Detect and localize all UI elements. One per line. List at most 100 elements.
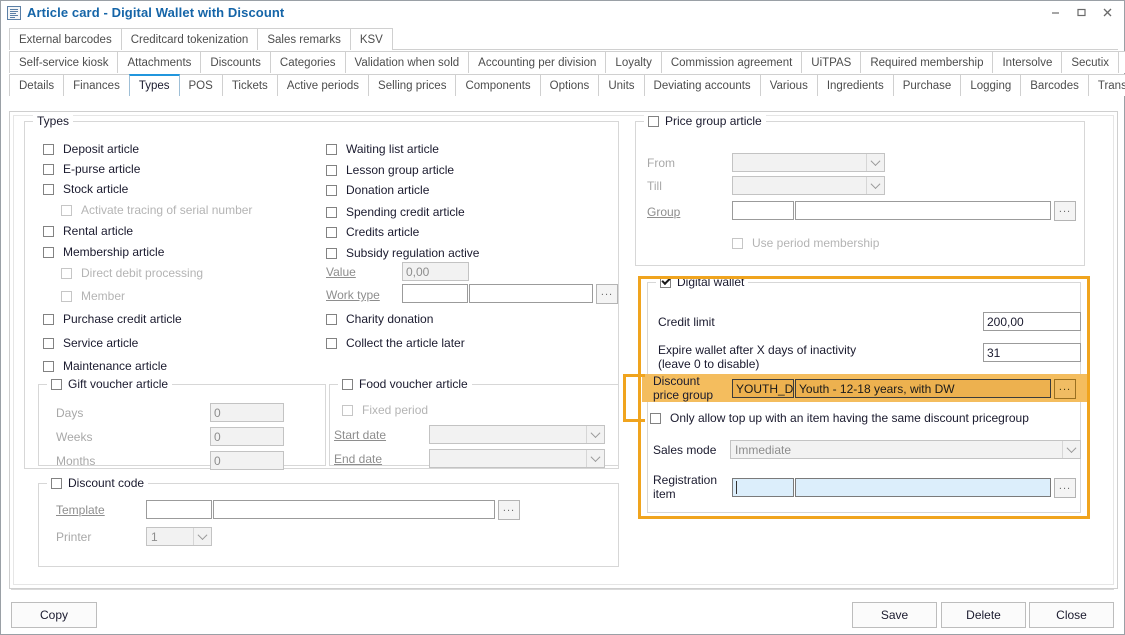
- template-name-input[interactable]: [213, 500, 495, 519]
- checkbox-maintenance-article[interactable]: Maintenance article: [43, 359, 167, 373]
- discount-price-group-browse-button[interactable]: ...: [1054, 379, 1076, 399]
- checkbox-box[interactable]: [43, 144, 54, 155]
- expire-wallet-input[interactable]: 31: [983, 343, 1081, 362]
- registration-item-code-input[interactable]: [732, 478, 794, 497]
- tab-loyalty[interactable]: Loyalty: [605, 51, 661, 73]
- tab-types[interactable]: Types: [129, 74, 180, 96]
- checkbox-spending-credit-article[interactable]: Spending credit article: [326, 205, 465, 219]
- checkbox-box[interactable]: [43, 361, 54, 372]
- tab-validation-when-sold[interactable]: Validation when sold: [345, 51, 470, 73]
- maximize-icon[interactable]: [1068, 3, 1094, 23]
- checkbox-gift-voucher-article[interactable]: [51, 379, 62, 390]
- checkbox-deposit-article[interactable]: Deposit article: [43, 142, 139, 156]
- discount-price-group-name-input[interactable]: Youth - 12-18 years, with DW: [795, 379, 1051, 398]
- checkbox-box[interactable]: [650, 413, 661, 424]
- tab-pos[interactable]: POS: [179, 74, 223, 96]
- price-group-code-input[interactable]: [732, 201, 794, 220]
- checkbox-charity-donation[interactable]: Charity donation: [326, 312, 433, 326]
- price-group-name-input[interactable]: [795, 201, 1051, 220]
- credit-limit-input[interactable]: 200,00: [983, 312, 1081, 331]
- checkbox-food-voucher-article[interactable]: [342, 379, 353, 390]
- close-button[interactable]: Close: [1029, 602, 1114, 628]
- tab-commission-agreement[interactable]: Commission agreement: [661, 51, 802, 73]
- template-browse-button[interactable]: ...: [498, 500, 520, 520]
- tab-active-periods[interactable]: Active periods: [277, 74, 369, 96]
- checkbox-box[interactable]: [43, 184, 54, 195]
- end-date-label[interactable]: End date: [334, 452, 382, 466]
- checkbox-box[interactable]: [326, 185, 337, 196]
- checkbox-box[interactable]: [326, 165, 337, 176]
- tab-logging[interactable]: Logging: [960, 74, 1021, 96]
- tab-enviso[interactable]: Enviso: [1118, 51, 1125, 73]
- delete-button[interactable]: Delete: [941, 602, 1026, 628]
- checkbox-box[interactable]: [326, 338, 337, 349]
- tab-ksv[interactable]: KSV: [350, 28, 393, 50]
- registration-item-browse-button[interactable]: ...: [1054, 478, 1076, 498]
- tab-sales-remarks[interactable]: Sales remarks: [257, 28, 351, 50]
- checkbox-credits-article[interactable]: Credits article: [326, 225, 419, 239]
- minimize-icon[interactable]: [1042, 3, 1068, 23]
- tab-external-barcodes[interactable]: External barcodes: [9, 28, 122, 50]
- tab-tickets[interactable]: Tickets: [222, 74, 278, 96]
- checkbox-only-allow-top-up-same-pricegroup[interactable]: Only allow top up with an item having th…: [650, 411, 1029, 425]
- chevron-down-icon[interactable]: [586, 450, 604, 467]
- printer-combo[interactable]: 1: [146, 527, 212, 546]
- gift-voucher-months-input[interactable]: 0: [210, 451, 284, 470]
- checkbox-donation-article[interactable]: Donation article: [326, 183, 429, 197]
- start-date-label[interactable]: Start date: [334, 428, 386, 442]
- checkbox-stock-article[interactable]: Stock article: [43, 182, 128, 196]
- checkbox-box[interactable]: [326, 314, 337, 325]
- sales-mode-combo[interactable]: Immediate: [730, 440, 1081, 459]
- work-type-name-input[interactable]: [469, 284, 593, 303]
- checkbox-price-group-article[interactable]: [648, 116, 659, 127]
- tab-finances[interactable]: Finances: [63, 74, 130, 96]
- checkbox-box[interactable]: [326, 248, 337, 259]
- chevron-down-icon[interactable]: [586, 426, 604, 443]
- end-date-combo[interactable]: [429, 449, 605, 468]
- tab-secutix[interactable]: Secutix: [1061, 51, 1119, 73]
- price-group-till-combo[interactable]: [732, 176, 885, 195]
- start-date-combo[interactable]: [429, 425, 605, 444]
- work-type-browse-button[interactable]: ...: [596, 284, 618, 304]
- tab-units[interactable]: Units: [598, 74, 644, 96]
- price-group-browse-button[interactable]: ...: [1054, 201, 1076, 221]
- chevron-down-icon[interactable]: [1062, 441, 1080, 458]
- checkbox-box[interactable]: [326, 144, 337, 155]
- checkbox-lesson-group-article[interactable]: Lesson group article: [326, 163, 454, 177]
- copy-button[interactable]: Copy: [11, 602, 97, 628]
- template-code-input[interactable]: [146, 500, 212, 519]
- checkbox-membership-article[interactable]: Membership article: [43, 245, 164, 259]
- gift-voucher-days-input[interactable]: 0: [210, 403, 284, 422]
- tab-various[interactable]: Various: [760, 74, 818, 96]
- tab-deviating-accounts[interactable]: Deviating accounts: [644, 74, 761, 96]
- tab-creditcard-tokenization[interactable]: Creditcard tokenization: [121, 28, 259, 50]
- tab-attachments[interactable]: Attachments: [117, 51, 201, 73]
- tab-components[interactable]: Components: [455, 74, 540, 96]
- template-label[interactable]: Template: [56, 503, 105, 517]
- tab-categories[interactable]: Categories: [270, 51, 346, 73]
- checkbox-e-purse-article[interactable]: E-purse article: [43, 162, 140, 176]
- checkbox-box[interactable]: [43, 247, 54, 258]
- tab-details[interactable]: Details: [9, 74, 64, 96]
- tab-purchase[interactable]: Purchase: [893, 74, 962, 96]
- tab-accounting-per-division[interactable]: Accounting per division: [468, 51, 606, 73]
- chevron-down-icon[interactable]: [866, 154, 884, 171]
- tab-discounts[interactable]: Discounts: [200, 51, 271, 73]
- checkbox-box[interactable]: [43, 314, 54, 325]
- checkbox-box[interactable]: [43, 338, 54, 349]
- price-group-group-label[interactable]: Group: [647, 205, 680, 219]
- chevron-down-icon[interactable]: [866, 177, 884, 194]
- checkbox-digital-wallet[interactable]: [660, 277, 671, 288]
- tab-required-membership[interactable]: Required membership: [860, 51, 993, 73]
- checkbox-box[interactable]: [326, 207, 337, 218]
- tab-options[interactable]: Options: [540, 74, 600, 96]
- discount-price-group-code-input[interactable]: YOUTH_DW: [732, 379, 794, 398]
- checkbox-waiting-list-article[interactable]: Waiting list article: [326, 142, 439, 156]
- tab-self-service-kiosk[interactable]: Self-service kiosk: [9, 51, 118, 73]
- checkbox-box[interactable]: [43, 164, 54, 175]
- checkbox-subsidy-regulation-active[interactable]: Subsidy regulation active: [326, 246, 479, 260]
- work-type-label[interactable]: Work type: [326, 288, 380, 302]
- tab-translations[interactable]: Translations: [1088, 74, 1125, 96]
- checkbox-service-article[interactable]: Service article: [43, 336, 138, 350]
- save-button[interactable]: Save: [852, 602, 937, 628]
